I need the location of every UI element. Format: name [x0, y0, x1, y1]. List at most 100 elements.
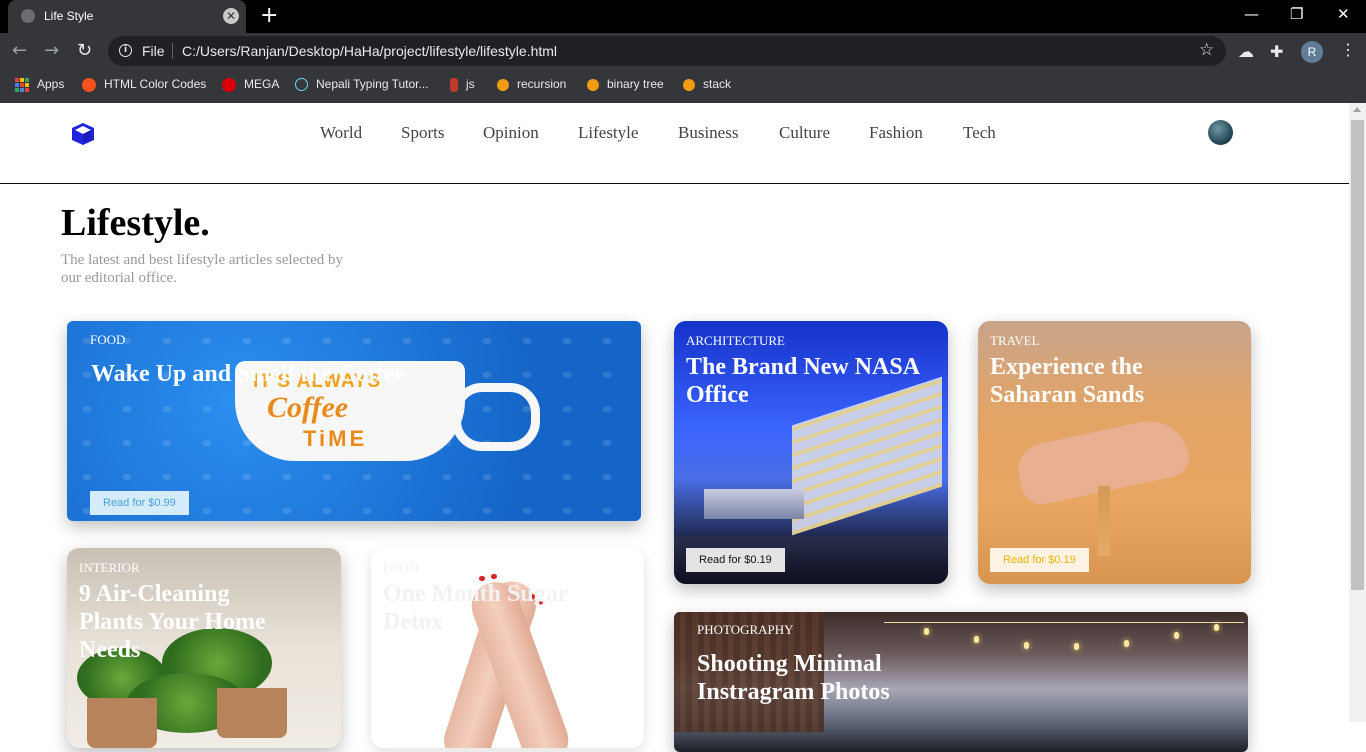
string-lights-image: [884, 622, 1244, 663]
article-card-coffee[interactable]: IT'S ALWAYS Coffee TiME Food Wake Up and…: [67, 321, 641, 521]
puzzle-icon[interactable]: ✚: [1270, 42, 1283, 61]
bookmark-label: HTML Color Codes: [104, 77, 207, 91]
menu-dots-icon[interactable]: ⋮: [1340, 40, 1356, 59]
sand-image: [1098, 486, 1110, 556]
browser-toolbar: ← → ↻ i File C:/Users/Ranjan/Desktop/HaH…: [0, 33, 1366, 69]
star-icon[interactable]: ☆: [1199, 40, 1214, 60]
bookmark-label: Apps: [37, 77, 65, 91]
geeks-icon: [587, 78, 599, 91]
scrollbar-thumb[interactable]: [1351, 120, 1364, 590]
nav-fashion[interactable]: Fashion: [869, 123, 923, 143]
url-text[interactable]: C:/Users/Ranjan/Desktop/HaHa/project/lif…: [182, 43, 557, 59]
reload-icon[interactable]: ↻: [77, 41, 92, 61]
nav-sports[interactable]: Sports: [401, 123, 444, 143]
bookmark-label: stack: [703, 77, 732, 91]
article-card-plants[interactable]: Interior 9 Air-Cleaning Plants Your Home…: [67, 548, 341, 748]
article-card-photography[interactable]: Photography Shooting Minimal Instragram …: [674, 612, 1248, 752]
page-subtitle: The latest and best lifestyle articles s…: [61, 252, 343, 286]
extension-cloud-icon[interactable]: ☁: [1238, 42, 1254, 61]
bookmark-label: MEGA: [244, 77, 280, 91]
mega-icon: [222, 77, 236, 92]
card-category: Travel: [990, 333, 1040, 348]
read-button[interactable]: Read for $0.19: [686, 548, 785, 572]
globe-icon: [21, 9, 35, 23]
bookmark-nepali-typing-tutor[interactable]: Nepali Typing Tutor...: [295, 76, 429, 96]
bookmark-apps[interactable]: Apps: [15, 76, 64, 96]
plant-pot-image: [217, 688, 287, 738]
nav-lifestyle[interactable]: Lifestyle: [578, 123, 638, 143]
card-title[interactable]: The Brand New NASA Office: [686, 353, 926, 409]
plant-pot-image: [87, 698, 157, 748]
minimize-icon[interactable]: —: [1244, 5, 1259, 23]
light-bulb-image: [974, 636, 979, 643]
close-icon[interactable]: ✕: [223, 8, 239, 24]
light-bulb-image: [1024, 642, 1029, 649]
nav-tech[interactable]: Tech: [963, 123, 996, 143]
user-avatar[interactable]: [1208, 120, 1233, 145]
article-card-sugar-detox[interactable]: Food One Month Sugar Detox: [371, 548, 644, 748]
nav-culture[interactable]: Culture: [779, 123, 830, 143]
apps-grid-icon: [15, 77, 29, 92]
site-header: [0, 103, 1349, 184]
mug-lettering: Coffee: [267, 391, 349, 424]
office-building-image: [704, 489, 804, 519]
html-color-codes-icon: [82, 77, 96, 92]
back-icon[interactable]: ←: [12, 41, 27, 61]
card-category: Food: [90, 332, 126, 347]
bookmark-recursion[interactable]: recursion: [497, 76, 566, 96]
address-bar[interactable]: i File C:/Users/Ranjan/Desktop/HaHa/proj…: [108, 36, 1226, 66]
light-bulb-image: [1174, 632, 1179, 639]
geeks-icon: [497, 78, 509, 91]
read-button[interactable]: Read for $0.99: [90, 491, 189, 515]
card-category: Photography: [697, 622, 794, 637]
bookmark-stack[interactable]: stack: [683, 76, 731, 96]
nav-world[interactable]: World: [320, 123, 362, 143]
cube-icon[interactable]: [70, 121, 96, 147]
bookmark-html-color-codes[interactable]: HTML Color Codes: [82, 76, 206, 96]
bookmark-mega[interactable]: MEGA: [222, 76, 279, 96]
card-title[interactable]: One Month Sugar Detox: [383, 580, 583, 636]
react-icon: [295, 78, 308, 92]
mug-lettering: TiME: [303, 426, 368, 451]
article-card-nasa[interactable]: Architecture The Brand New NASA Office R…: [674, 321, 948, 584]
page-scrollbar[interactable]: [1349, 103, 1366, 722]
light-bulb-image: [1214, 624, 1219, 631]
browser-tab[interactable]: Life Style ✕: [8, 0, 246, 33]
light-bulb-image: [924, 628, 929, 635]
restore-icon[interactable]: ❐: [1290, 5, 1303, 23]
bookmark-label: binary tree: [607, 77, 664, 91]
tab-title: Life Style: [44, 9, 94, 23]
info-icon[interactable]: i: [119, 44, 132, 57]
scheme-label: File: [142, 43, 165, 59]
page-title: Lifestyle.: [61, 202, 210, 244]
card-title[interactable]: Experience the Saharan Sands: [990, 353, 1230, 409]
plus-icon[interactable]: +: [260, 4, 278, 28]
nav-business[interactable]: Business: [678, 123, 738, 143]
card-category: Food: [383, 560, 419, 575]
profile-avatar[interactable]: R: [1301, 41, 1323, 63]
forward-icon[interactable]: →: [44, 41, 59, 61]
bookmarks-bar: Apps HTML Color Codes MEGA Nepali Typing…: [0, 69, 1366, 103]
nav-opinion[interactable]: Opinion: [483, 123, 539, 143]
bookmark-binary-tree[interactable]: binary tree: [587, 76, 664, 96]
js-icon: [450, 77, 458, 92]
geeks-icon: [683, 78, 695, 91]
coffee-mug-handle: [452, 383, 540, 451]
bookmark-label: js: [466, 77, 475, 91]
card-category: Architecture: [686, 333, 785, 348]
article-card-sahara[interactable]: Travel Experience the Saharan Sands Read…: [978, 321, 1251, 584]
browser-tab-strip: Life Style ✕ + — ❐ ✕: [0, 0, 1366, 33]
card-category: Interior: [79, 560, 140, 575]
divider: [172, 43, 173, 59]
bookmark-js[interactable]: js: [450, 76, 475, 96]
card-title[interactable]: Shooting Minimal Instragram Photos: [697, 650, 937, 706]
close-window-icon[interactable]: ✕: [1337, 5, 1350, 23]
light-bulb-image: [1124, 640, 1129, 647]
bookmark-label: Nepali Typing Tutor...: [316, 77, 429, 91]
bookmark-label: recursion: [517, 77, 567, 91]
card-title[interactable]: Wake Up and Smell the Coffee: [91, 360, 405, 388]
card-title[interactable]: 9 Air-Cleaning Plants Your Home Needs: [79, 580, 279, 664]
light-bulb-image: [1074, 643, 1079, 650]
read-button[interactable]: Read for $0.19: [990, 548, 1089, 572]
scroll-up-arrow-icon[interactable]: [1353, 107, 1361, 112]
